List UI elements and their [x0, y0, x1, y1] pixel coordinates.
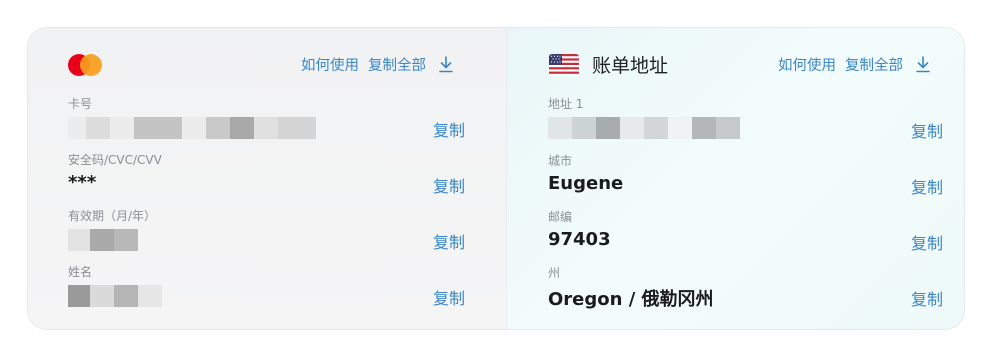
card-header-actions: 如何使用 复制全部: [301, 54, 454, 75]
city-value: Eugene: [547, 173, 624, 194]
how-to-use-link[interactable]: 如何使用: [778, 54, 836, 75]
cvv-value: ***: [68, 172, 97, 193]
address1-masked-value: [547, 117, 740, 139]
download-icon[interactable]: [915, 55, 931, 74]
us-flag-icon: [548, 54, 579, 76]
field-label: 城市: [547, 154, 572, 168]
card-panel: 如何使用 复制全部 卡号 复制 安全码/CVC/CVV *** 复制 有效期（月…: [28, 28, 506, 329]
expiry-masked-value: [68, 229, 156, 251]
copy-cvv-button[interactable]: 复制: [433, 173, 465, 197]
field-label: 邮编: [547, 210, 572, 224]
zip-field: 邮编 97403: [548, 208, 611, 250]
address1-field: 地址 1: [547, 95, 740, 139]
card-details-widget: 如何使用 复制全部 卡号 复制 安全码/CVC/CVV *** 复制 有效期（月…: [27, 27, 965, 330]
billing-header-actions: 如何使用 复制全部: [778, 54, 931, 75]
how-to-use-link[interactable]: 如何使用: [301, 54, 359, 75]
cvv-field: 安全码/CVC/CVV ***: [68, 151, 162, 193]
city-field: 城市 Eugene: [548, 152, 623, 194]
cardholder-name-field: 姓名: [68, 263, 162, 307]
card-number-masked-value: [68, 117, 316, 139]
copy-all-button[interactable]: 复制全部: [845, 54, 903, 75]
billing-address-panel: 账单地址 如何使用 复制全部 地址 1 复制 城市 Eugene 复制 邮编 9…: [505, 28, 964, 329]
name-masked-value: [68, 285, 162, 307]
field-label: 姓名: [68, 265, 93, 279]
state-value: Oregon / 俄勒冈州: [547, 289, 714, 310]
field-label: 有效期（月/年）: [68, 209, 157, 223]
state-field: 州 Oregon / 俄勒冈州: [548, 264, 714, 311]
copy-expiry-button[interactable]: 复制: [433, 229, 465, 253]
mastercard-logo-icon: [68, 54, 104, 76]
field-label: 卡号: [68, 97, 93, 111]
zip-value: 97403: [547, 229, 611, 250]
copy-address1-button[interactable]: 复制: [911, 118, 943, 142]
copy-city-button[interactable]: 复制: [911, 174, 943, 198]
download-icon[interactable]: [438, 55, 454, 74]
billing-address-title: 账单地址: [591, 55, 668, 77]
copy-all-button[interactable]: 复制全部: [368, 54, 426, 75]
copy-name-button[interactable]: 复制: [433, 285, 465, 309]
copy-zip-button[interactable]: 复制: [911, 230, 943, 254]
field-label: 州: [547, 266, 560, 280]
expiry-field: 有效期（月/年）: [68, 207, 156, 251]
field-label: 地址 1: [547, 97, 584, 111]
copy-state-button[interactable]: 复制: [911, 286, 943, 310]
field-label: 安全码/CVC/CVV: [68, 153, 162, 167]
copy-card-number-button[interactable]: 复制: [433, 117, 465, 141]
card-number-field: 卡号: [68, 95, 316, 139]
